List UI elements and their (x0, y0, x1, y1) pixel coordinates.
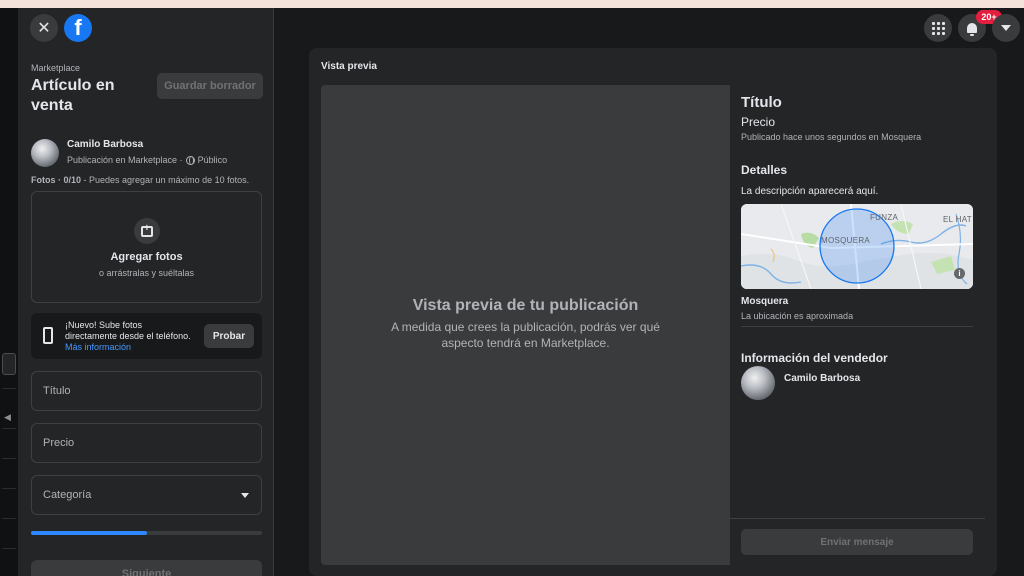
account-menu-icon (1001, 25, 1011, 31)
edge-tick (2, 388, 16, 389)
edge-handle[interactable] (2, 353, 16, 375)
preview-details: Título Precio Publicado hace unos segund… (730, 85, 985, 565)
page-title: Artículo en venta (31, 77, 115, 114)
user-context: Publicación en Marketplace · Público (67, 155, 227, 165)
promo-text: ¡Nuevo! Sube fotos directamente desde el… (65, 320, 195, 353)
seller-name: Camilo Barbosa (784, 373, 861, 384)
photo-limit: - Puedes agregar un máximo de 10 fotos. (81, 175, 250, 185)
price-field[interactable]: Precio (31, 423, 262, 463)
edge-tick (2, 548, 16, 549)
add-photos-label: Agregar fotos (110, 251, 183, 263)
photo-limit-note: Fotos · 0/10 - Puedes agregar un máximo … (31, 175, 249, 185)
progress-fill (31, 531, 147, 535)
preview-posted: Publicado hace unos segundos en Mosquera (741, 132, 922, 142)
breadcrumb: Marketplace (31, 63, 81, 73)
footer-divider (730, 518, 985, 519)
preview-title: Título (741, 94, 782, 111)
browser-top-strip (0, 0, 1024, 8)
details-description: La descripción aparecerá aquí. (741, 186, 879, 197)
user-name: Camilo Barbosa (67, 139, 144, 150)
phone-upload-promo: ¡Nuevo! Sube fotos directamente desde el… (31, 313, 262, 359)
add-photo-icon (141, 223, 153, 237)
map-info-icon[interactable]: i (954, 268, 965, 279)
category-placeholder: Categoría (43, 489, 92, 501)
photo-count: Fotos · 0/10 (31, 175, 82, 185)
caret-down-icon (241, 493, 249, 498)
try-button[interactable]: Probar (204, 324, 254, 348)
preview-heading: Vista previa de tu publicación (412, 297, 639, 314)
privacy-setting[interactable]: Público (198, 155, 228, 165)
location-note: La ubicación es aproximada (741, 311, 854, 321)
avatar[interactable] (31, 139, 59, 167)
speaker-icon: ◀ (4, 412, 11, 422)
close-icon: ✕ (37, 20, 51, 37)
preview-card: Vista previa Vista previa de tu publicac… (309, 48, 997, 576)
globe-icon (185, 155, 195, 165)
left-edge-panel: ◀ (0, 8, 18, 576)
edge-tick (2, 458, 16, 459)
location-name: Mosquera (741, 296, 789, 307)
progress-bar (31, 531, 262, 535)
edge-tick (2, 488, 16, 489)
seller-heading: Información del vendedor (741, 351, 888, 365)
listing-sidebar: ✕ f Marketplace Artículo en venta Guarda… (18, 8, 274, 576)
apps-grid-icon (931, 21, 945, 35)
preview-label: Vista previa (321, 61, 377, 72)
listing-context: Publicación en Marketplace · (67, 155, 183, 165)
section-divider (741, 326, 973, 327)
preview-image-area: Vista previa de tu publicación A medida … (321, 85, 730, 565)
account-menu-button[interactable] (992, 14, 1020, 42)
map-label-mosquera: MOSQUERA (821, 236, 871, 245)
add-photo-icon-wrap (134, 218, 160, 244)
send-message-button[interactable]: Enviar mensaje (741, 529, 973, 555)
location-map[interactable]: FUNZA EL HAT MOSQUERA i (741, 204, 973, 289)
preview-description: A medida que crees la publicación, podrá… (391, 320, 660, 350)
phone-icon (43, 327, 53, 344)
apps-menu-button[interactable] (924, 14, 952, 42)
more-info-link[interactable]: Más información (65, 342, 131, 352)
edge-tick (2, 518, 16, 519)
drag-drop-hint: o arrástralas y suéltalas (98, 268, 195, 278)
close-button[interactable]: ✕ (30, 14, 58, 42)
next-button[interactable]: Siguiente (31, 560, 262, 576)
save-draft-button[interactable]: Guardar borrador (157, 73, 263, 99)
add-photos-dropzone[interactable]: Agregar fotos o arrástralas y suéltalas (31, 191, 262, 303)
details-heading: Detalles (741, 163, 788, 177)
category-select[interactable]: Categoría (31, 475, 262, 515)
title-placeholder: Título (43, 385, 71, 397)
bell-icon (967, 23, 977, 36)
title-field[interactable]: Título (31, 371, 262, 411)
map-graphic (741, 204, 973, 289)
facebook-logo-icon[interactable]: f (64, 14, 92, 42)
preview-price: Precio (741, 115, 776, 129)
promo-message: ¡Nuevo! Sube fotos directamente desde el… (65, 320, 191, 341)
seller-avatar (741, 366, 775, 400)
price-placeholder: Precio (43, 437, 75, 449)
edge-tick (2, 428, 16, 429)
map-label-funza: FUNZA (870, 213, 899, 222)
map-label-el-hato: EL HAT (943, 215, 972, 224)
